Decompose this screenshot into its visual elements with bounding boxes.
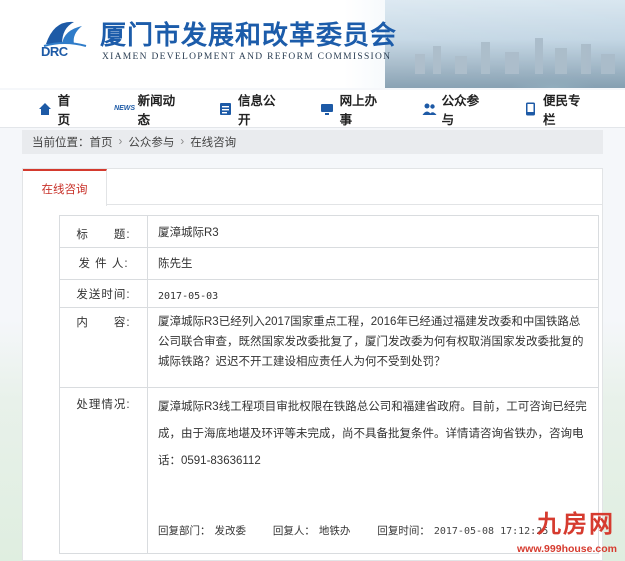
reply-meta: 回复部门： 发改委 回复人： 地铁办 回复时间： 2017-05-08 17:12:2… — [158, 518, 552, 545]
tab-online-consult[interactable]: 在线咨询 — [23, 169, 107, 206]
reply-time-label: 回复时间： — [377, 525, 430, 537]
nav-item-home[interactable]: 首页 — [38, 90, 81, 128]
monitor-icon — [320, 101, 335, 117]
nav-item-label: 信息公开 — [237, 93, 276, 127]
reply-time-value: 2017-05-08 17:12:25 — [433, 526, 549, 537]
date-value: 2017-05-03 — [147, 279, 599, 308]
home-icon — [38, 101, 53, 117]
nav-item-label: 便民专栏 — [543, 93, 581, 127]
nav-item-label: 公众参与 — [441, 93, 480, 127]
chevron-right-icon: › — [180, 136, 185, 148]
sender-value: 陈先生 — [147, 247, 599, 280]
nav-item-online-services[interactable]: 网上办事 — [320, 90, 386, 128]
reply-dept-label: 回复部门： — [158, 525, 211, 537]
watermark-url: www.999house.com — [517, 543, 617, 555]
breadcrumb-prefix: 当前位置： — [32, 137, 90, 149]
breadcrumb-home[interactable]: 首页 — [90, 134, 113, 150]
content-value: 厦漳城际R3已经列入2017国家重点工程，2016年已经通过福建发改委和中国铁路… — [147, 307, 599, 388]
title-value: 厦漳城际R3 — [147, 215, 599, 248]
site-header: DRC 厦门市发展和改革委员会 XIAMEN DEVELOPMENT AND R… — [0, 0, 625, 88]
nav-item-label: 新闻动态 — [137, 93, 176, 127]
replier-label: 回复人： — [272, 525, 315, 537]
news-icon: NEWS — [114, 105, 136, 112]
site-title[interactable]: 厦门市发展和改革委员会 — [100, 15, 397, 52]
sender-label: 发 件 人: — [59, 247, 148, 280]
consultation-detail-table: 标 题: 厦漳城际R3 发 件 人: 陈先生 发送时间: 2017-05-03 … — [59, 215, 599, 554]
tab-bar: 在线咨询 — [23, 169, 602, 206]
consultation-panel: 在线咨询 标 题: 厦漳城际R3 发 件 人: 陈先生 发送时间: 2017-0… — [22, 168, 603, 561]
city-skyline-banner — [385, 0, 625, 88]
title-label: 标 题: — [59, 215, 148, 248]
content-label: 内 容: — [59, 307, 148, 388]
logo-text: DRC — [41, 44, 68, 59]
breadcrumb-online-consult[interactable]: 在线咨询 — [190, 134, 236, 150]
people-icon — [422, 101, 437, 117]
chevron-right-icon: › — [118, 136, 123, 148]
document-icon — [218, 101, 233, 117]
phone-icon — [523, 101, 538, 117]
watermark-brand: 九房网 — [537, 511, 615, 538]
breadcrumb: 当前位置： 首页 › 公众参与 › 在线咨询 — [22, 130, 603, 154]
reply-label: 处理情况: — [59, 387, 148, 554]
reply-dept-value: 发改委 — [214, 525, 247, 537]
replier-value: 地铁办 — [318, 525, 351, 537]
nav-item-public-participation[interactable]: 公众参与 — [422, 90, 488, 128]
date-label: 发送时间: — [59, 279, 148, 308]
breadcrumb-public-participation[interactable]: 公众参与 — [128, 134, 174, 150]
nav-item-label: 首页 — [57, 93, 71, 127]
nav-item-news[interactable]: NEWS 新闻动态 — [114, 90, 183, 128]
main-nav: 首页 NEWS 新闻动态 信息公开 网上办事 公众参与 便民专栏 — [0, 90, 625, 128]
reply-value: 厦漳城际R3线工程项目审批权限在铁路总公司和福建省政府。目前，工可咨询已经完成，… — [158, 401, 587, 467]
nav-item-info-disclosure[interactable]: 信息公开 — [218, 90, 284, 128]
nav-item-label: 网上办事 — [339, 93, 378, 127]
site-subtitle: XIAMEN DEVELOPMENT AND REFORM COMMISSION — [102, 52, 392, 62]
nav-item-convenience[interactable]: 便民专栏 — [523, 90, 589, 128]
